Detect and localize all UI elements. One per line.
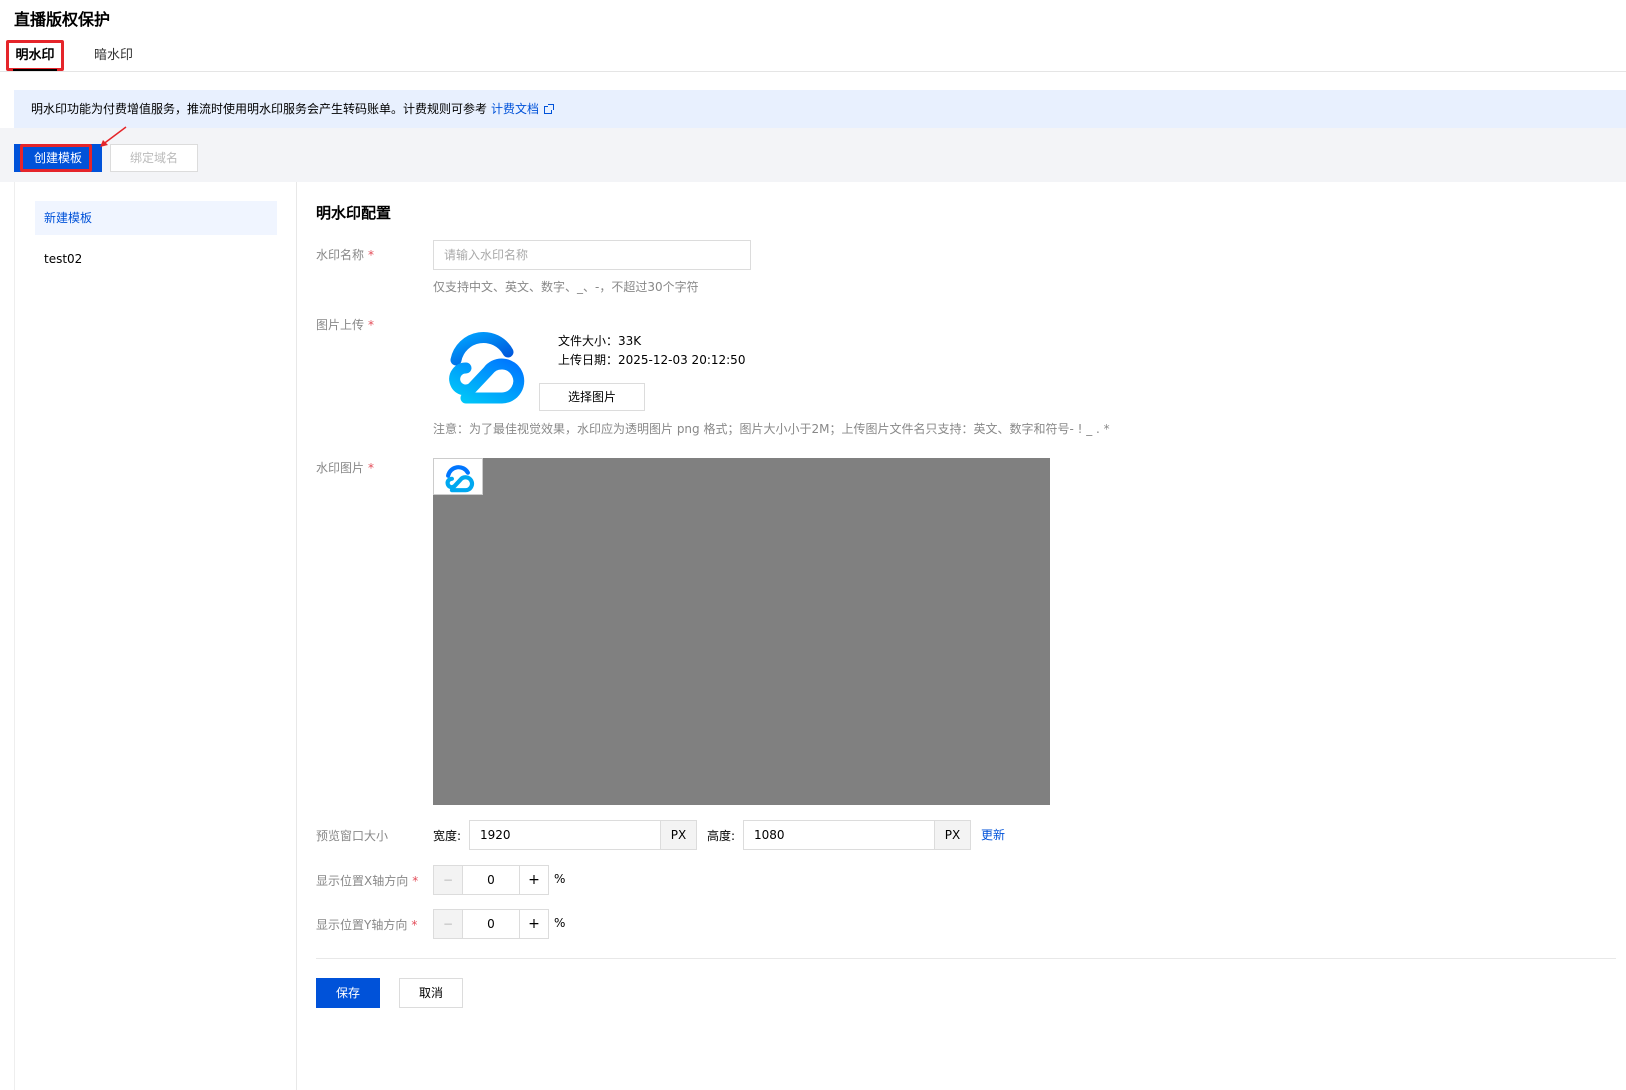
tab-invisible-watermark[interactable]: 暗水印 [94, 40, 133, 71]
main-panel: 新建模板 test02 明水印配置 水印名称 * 请输入水印名称 仅支持中文、英文… [14, 182, 1626, 1090]
x-value[interactable]: 0 [463, 866, 519, 894]
watermark-thumbnail[interactable] [433, 458, 483, 495]
width-value: 1920 [480, 828, 511, 842]
tencent-cloud-icon [449, 331, 525, 404]
billing-notice: 明水印功能为付费增值服务，推流时使用明水印服务会产生转码账单。计费规则可参考 计费… [14, 90, 1626, 128]
name-placeholder: 请输入水印名称 [444, 248, 529, 262]
required-mark: * [412, 874, 419, 888]
update-link[interactable]: 更新 [981, 826, 1005, 843]
required-mark: * [411, 918, 418, 932]
sidebar-item-new-template[interactable]: 新建模板 [35, 201, 277, 235]
upload-date: 上传日期：2025-12-03 20:12:50 [558, 353, 746, 367]
y-value[interactable]: 0 [463, 910, 519, 938]
tencent-cloud-icon [445, 465, 475, 493]
preview-size-label: 预览窗口大小 [316, 829, 389, 843]
sidebar-item-test02[interactable]: test02 [35, 242, 277, 276]
tab-visible-watermark[interactable]: 明水印 [6, 40, 64, 71]
x-position-stepper[interactable]: − 0 + [433, 865, 549, 895]
notice-text: 明水印功能为付费增值服务，推流时使用明水印服务会产生转码账单。计费规则可参考 [31, 102, 488, 116]
create-template-button[interactable]: 创建模板 [14, 144, 102, 172]
upload-label: 图片上传 * [316, 318, 375, 332]
required-mark: * [368, 318, 375, 332]
watermark-config-form: 明水印配置 水印名称 * 请输入水印名称 仅支持中文、英文、数字、_、-，不超过3… [316, 182, 1616, 1090]
bind-domain-button[interactable]: 绑定域名 [110, 144, 198, 172]
external-link-icon[interactable] [544, 103, 555, 114]
save-button[interactable]: 保存 [316, 978, 380, 1008]
name-hint: 仅支持中文、英文、数字、_、-，不超过30个字符 [433, 280, 699, 294]
height-input[interactable]: 1080 PX [743, 820, 971, 850]
highlight-box [20, 144, 92, 172]
height-unit: PX [934, 821, 970, 849]
watermark-image-label: 水印图片 * [316, 461, 375, 475]
x-position-label: 显示位置X轴方向 * [316, 874, 419, 888]
choose-image-button[interactable]: 选择图片 [539, 383, 645, 411]
y-position-stepper[interactable]: − 0 + [433, 909, 549, 939]
name-label: 水印名称 * [316, 248, 375, 262]
upload-hint: 注意：为了最佳视觉效果，水印应为透明图片 png 格式；图片大小小于2M；上传图… [433, 422, 1110, 436]
tab-bar: 明水印 暗水印 [0, 40, 1626, 72]
watermark-name-input[interactable]: 请输入水印名称 [433, 240, 751, 270]
form-title: 明水印配置 [316, 204, 392, 222]
y-decrement-button[interactable]: − [434, 910, 463, 938]
required-mark: * [368, 461, 375, 475]
toolbar: 创建模板 绑定域名 [0, 128, 1626, 182]
width-label: 宽度: [433, 829, 462, 843]
watermark-preview[interactable] [433, 458, 1050, 805]
height-label: 高度: [707, 829, 736, 843]
form-divider [316, 958, 1616, 959]
page-title: 直播版权保护 [14, 10, 111, 29]
billing-doc-link[interactable]: 计费文档 [491, 102, 539, 116]
width-input[interactable]: 1920 PX [469, 820, 697, 850]
x-decrement-button[interactable]: − [434, 866, 463, 894]
x-percent-unit: % [554, 872, 566, 886]
x-increment-button[interactable]: + [519, 866, 548, 894]
width-unit: PX [660, 821, 696, 849]
y-position-label: 显示位置Y轴方向 * [316, 918, 418, 932]
annotation-arrow [100, 126, 127, 147]
y-increment-button[interactable]: + [519, 910, 548, 938]
required-mark: * [368, 248, 375, 262]
cancel-button[interactable]: 取消 [399, 978, 463, 1008]
file-size: 文件大小：33K [558, 334, 642, 348]
y-percent-unit: % [554, 916, 566, 930]
template-sidebar: 新建模板 test02 [15, 182, 297, 1090]
height-value: 1080 [754, 828, 785, 842]
